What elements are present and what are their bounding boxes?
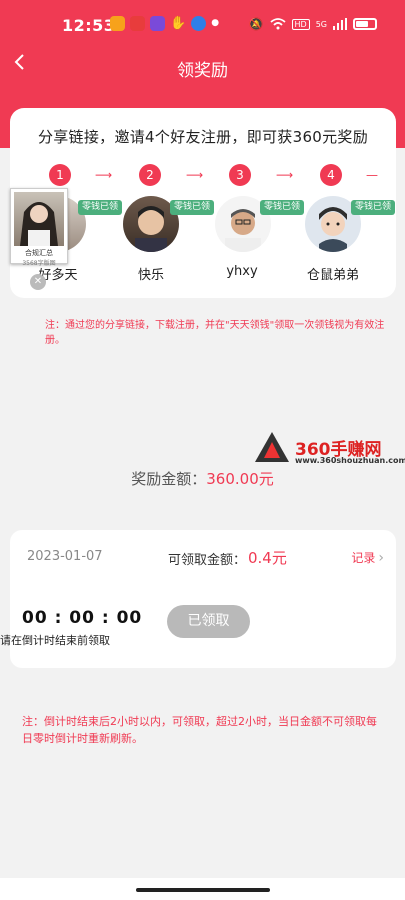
chevron-right-icon: › (378, 550, 384, 566)
status-bar: 12:53 ✋ ● 🔕 HD 5G (0, 0, 405, 50)
close-icon[interactable]: ✕ (30, 274, 46, 290)
mute-icon: 🔕 (248, 17, 264, 31)
person-photo-icon (20, 202, 58, 246)
dot-icon: ● (211, 18, 220, 28)
sticker-caption-line1: 合规汇总 (25, 249, 53, 257)
status-time: 12:53 (62, 16, 116, 35)
hd-icon: HD (291, 18, 310, 30)
home-indicator[interactable] (136, 888, 270, 892)
hand-icon: ✋ (170, 16, 187, 31)
step-arrow-icon: ⟶ (276, 168, 294, 182)
countdown-timer: 00 : 00 : 00 (22, 608, 143, 628)
claim-date: 2023-01-07 (27, 549, 103, 564)
watermark: 360手赚网 www.360shouzhuan.com (255, 432, 405, 472)
step-4: 4 (320, 164, 342, 186)
sticker-photo (14, 192, 64, 246)
signal-label: 5G (315, 19, 327, 29)
friend-name-3: yhxy (226, 264, 258, 279)
signal-icon (333, 18, 347, 30)
step-arrow-icon: — (366, 168, 378, 182)
reward-label: 奖励金额： (131, 470, 207, 488)
notification-icon-2 (130, 16, 145, 31)
reward-value: 360.00元 (206, 470, 274, 488)
battery-icon (353, 18, 377, 30)
claimed-badge-2: 零钱已领 (170, 200, 215, 215)
claim-note: 注：倒计时结束后2小时以内，可领取，超过2小时，当日金额不可领取每日零时倒计时重… (22, 715, 377, 745)
step-arrow-icon: ⟶ (186, 168, 204, 182)
records-label: 记录 (351, 551, 376, 565)
friend-name-4: 仓鼠弟弟 (306, 268, 359, 283)
claimed-button[interactable]: 已领取 (167, 605, 250, 638)
claimed-badge-3: 零钱已领 (260, 200, 305, 215)
app-icon (191, 16, 207, 31)
claimable-amount-label: 可领取金额： (168, 553, 247, 568)
watermark-logo-icon (255, 432, 289, 462)
invite-headline: 分享链接，邀请4个好友注册，即可获360元奖励 (37, 128, 369, 146)
watermark-url: www.360shouzhuan.com (295, 456, 405, 465)
step-2: 2 (139, 164, 161, 186)
notification-icon-1 (110, 16, 125, 31)
status-system-icons: 🔕 HD 5G (249, 17, 377, 31)
notification-icon-3 (150, 16, 165, 31)
records-link[interactable]: 记录 › (351, 549, 384, 566)
reward-summary: 奖励金额：360.00元 (0, 468, 405, 489)
wifi-icon (269, 18, 286, 30)
floating-sticker[interactable]: 合规汇总 3568字版图 (10, 188, 68, 267)
status-notification-icons: ✋ ● (110, 16, 219, 31)
claimed-badge-1: 零钱已领 (78, 200, 123, 215)
claimable-amount: 0.4元 (248, 549, 287, 567)
step-1: 1 (49, 164, 71, 186)
claim-card: 2023-01-07 可领取金额： 0.4元 记录 › 00 : 00 : 00 … (0, 530, 396, 668)
sticker-caption-line2: 3568字版图 (22, 260, 56, 267)
claimed-badge-4: 零钱已领 (351, 200, 396, 215)
page-title: 领奖励 (177, 61, 228, 81)
step-3: 3 (229, 164, 251, 186)
invite-note: 注：通过您的分享链接，下载注册，并在"天天领钱"领取一次领钱视为有效注册。 (45, 320, 385, 346)
step-arrow-icon: ⟶ (95, 168, 113, 182)
friend-name-2: 快乐 (137, 268, 164, 283)
sticker-caption: 合规汇总 3568字版图 (11, 248, 67, 267)
countdown-note: 请在倒计时结束前领取 (0, 634, 110, 647)
